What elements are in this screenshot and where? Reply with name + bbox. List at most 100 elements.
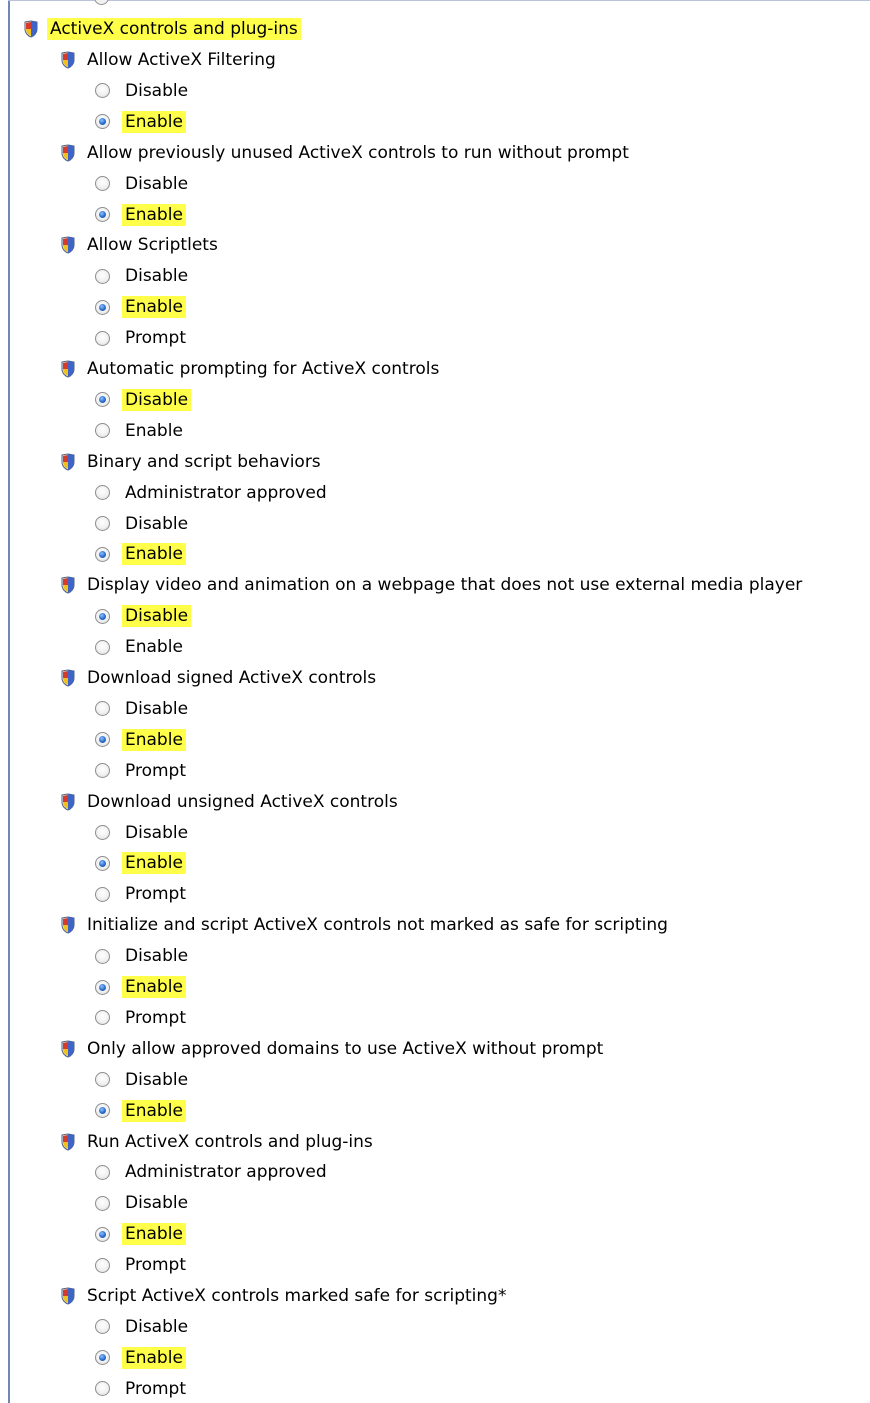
setting-node[interactable]: Download signed ActiveX controls xyxy=(60,664,379,692)
setting-label: Initialize and script ActiveX controls n… xyxy=(87,915,668,936)
option-label: Prompt xyxy=(125,760,186,781)
setting-option[interactable]: Enable xyxy=(95,540,186,568)
setting-label: Run ActiveX controls and plug-ins xyxy=(87,1131,373,1152)
setting-option[interactable]: Disable xyxy=(95,942,191,970)
setting-option[interactable]: Disable xyxy=(95,1189,191,1217)
setting-option[interactable]: Enable xyxy=(95,293,186,321)
setting-node[interactable]: Allow previously unused ActiveX controls… xyxy=(60,139,632,167)
option-label: Enable xyxy=(122,1223,186,1246)
setting-option[interactable]: Disable xyxy=(95,262,191,290)
setting-option[interactable]: Enable xyxy=(95,1097,186,1125)
radio-button-selected[interactable] xyxy=(95,1350,110,1366)
setting-option[interactable]: Disable xyxy=(95,386,192,414)
radio-button[interactable] xyxy=(95,1381,110,1397)
option-label: Enable xyxy=(122,296,186,319)
radio-button-selected[interactable] xyxy=(95,979,110,995)
setting-option[interactable]: Disable xyxy=(95,695,191,723)
radio-button[interactable] xyxy=(95,330,110,346)
tree-node-activex-root[interactable]: ActiveX controls and plug-ins xyxy=(23,15,301,43)
setting-option[interactable]: Disable xyxy=(95,170,191,198)
radio-button[interactable] xyxy=(95,1195,110,1211)
radio-button[interactable] xyxy=(95,423,110,439)
setting-node[interactable]: Allow Scriptlets xyxy=(60,231,221,259)
radio-button[interactable] xyxy=(95,1010,110,1026)
security-shield-icon xyxy=(60,916,76,934)
setting-option[interactable]: Disable xyxy=(95,1066,191,1094)
setting-label: Allow Scriptlets xyxy=(87,235,218,256)
option-label: Enable xyxy=(122,543,186,566)
radio-button-selected[interactable] xyxy=(95,114,110,130)
security-shield-icon xyxy=(60,669,76,687)
setting-option[interactable]: Enable xyxy=(95,633,186,661)
radio-button[interactable] xyxy=(95,1072,110,1088)
setting-option[interactable]: Administrator approved xyxy=(95,1158,330,1186)
radio-button[interactable] xyxy=(95,516,110,531)
setting-option[interactable]: Administrator approved xyxy=(95,479,330,507)
setting-label: Binary and script behaviors xyxy=(87,451,321,472)
setting-node[interactable]: Only allow approved domains to use Activ… xyxy=(60,1035,606,1063)
setting-node[interactable]: Allow ActiveX Filtering xyxy=(60,46,279,74)
security-shield-icon xyxy=(60,1132,76,1151)
option-label: Disable xyxy=(125,513,189,534)
setting-option[interactable]: Disable xyxy=(95,602,192,630)
setting-node[interactable]: Automatic prompting for ActiveX controls xyxy=(60,355,442,383)
radio-button[interactable] xyxy=(95,1164,110,1180)
radio-button-selected[interactable] xyxy=(95,855,110,871)
setting-node[interactable]: Run ActiveX controls and plug-ins xyxy=(60,1128,376,1156)
setting-option[interactable]: Prompt xyxy=(95,324,189,352)
setting-node[interactable]: Download unsigned ActiveX controls xyxy=(60,788,401,816)
option-label: Enable xyxy=(125,420,183,441)
radio-button-selected[interactable] xyxy=(95,1226,110,1242)
setting-option[interactable]: Prompt xyxy=(95,880,189,908)
setting-node[interactable]: Initialize and script ActiveX controls n… xyxy=(60,911,671,939)
setting-option[interactable]: Disable xyxy=(95,510,191,538)
setting-node[interactable]: Script ActiveX controls marked safe for … xyxy=(60,1282,509,1310)
setting-option[interactable]: Prompt xyxy=(95,1251,189,1279)
radio-button-selected[interactable] xyxy=(95,1103,110,1119)
setting-option[interactable]: Prompt xyxy=(95,757,189,785)
setting-option[interactable]: Enable xyxy=(95,973,186,1001)
setting-option[interactable]: Enable xyxy=(95,849,186,877)
radio-button-selected[interactable] xyxy=(95,608,110,624)
option-label: Prompt xyxy=(125,884,186,905)
setting-node[interactable]: Display video and animation on a webpage… xyxy=(60,571,805,599)
setting-option[interactable]: Disable xyxy=(95,819,191,847)
security-shield-icon xyxy=(60,453,76,471)
radio-button[interactable] xyxy=(95,176,110,192)
radio-button[interactable] xyxy=(95,763,110,779)
setting-option[interactable]: Enable xyxy=(95,1344,186,1372)
radio-button-selected[interactable] xyxy=(95,392,110,408)
radio-button-selected[interactable] xyxy=(95,207,110,222)
option-label: Disable xyxy=(125,822,189,843)
setting-option[interactable]: Prompt xyxy=(95,1375,189,1403)
setting-option[interactable]: Enable xyxy=(95,1220,186,1248)
radio-button-selected[interactable] xyxy=(95,546,110,562)
radio-button[interactable] xyxy=(95,1257,110,1273)
setting-node[interactable]: Binary and script behaviors xyxy=(60,448,324,476)
radio-button[interactable] xyxy=(95,825,110,840)
setting-label: Only allow approved domains to use Activ… xyxy=(87,1038,604,1059)
radio-button[interactable] xyxy=(95,1319,110,1335)
radio-button-selected[interactable] xyxy=(95,732,110,748)
radio-button-selected[interactable] xyxy=(95,299,110,315)
setting-option[interactable]: Disable xyxy=(95,77,191,105)
setting-option[interactable]: Enable xyxy=(95,201,186,229)
option-label: Prompt xyxy=(125,1007,186,1028)
setting-option[interactable]: Enable xyxy=(95,108,186,136)
radio-button[interactable] xyxy=(95,268,110,284)
radio-button[interactable] xyxy=(95,886,110,902)
setting-option[interactable]: Disable xyxy=(95,1313,191,1341)
option-label: Enable xyxy=(122,852,186,875)
radio-button[interactable] xyxy=(95,485,110,501)
setting-label: Allow previously unused ActiveX controls… xyxy=(87,142,629,163)
setting-label: Download signed ActiveX controls xyxy=(87,668,377,688)
radio-button[interactable] xyxy=(95,83,110,99)
radio-button[interactable] xyxy=(95,639,110,655)
option-label: Prompt xyxy=(125,1255,186,1276)
option-label: Enable xyxy=(122,976,186,998)
setting-option[interactable]: Enable xyxy=(95,726,186,754)
radio-button[interactable] xyxy=(95,701,110,717)
setting-option[interactable]: Enable xyxy=(95,417,186,445)
radio-button[interactable] xyxy=(95,948,110,964)
setting-option[interactable]: Prompt xyxy=(95,1004,189,1032)
